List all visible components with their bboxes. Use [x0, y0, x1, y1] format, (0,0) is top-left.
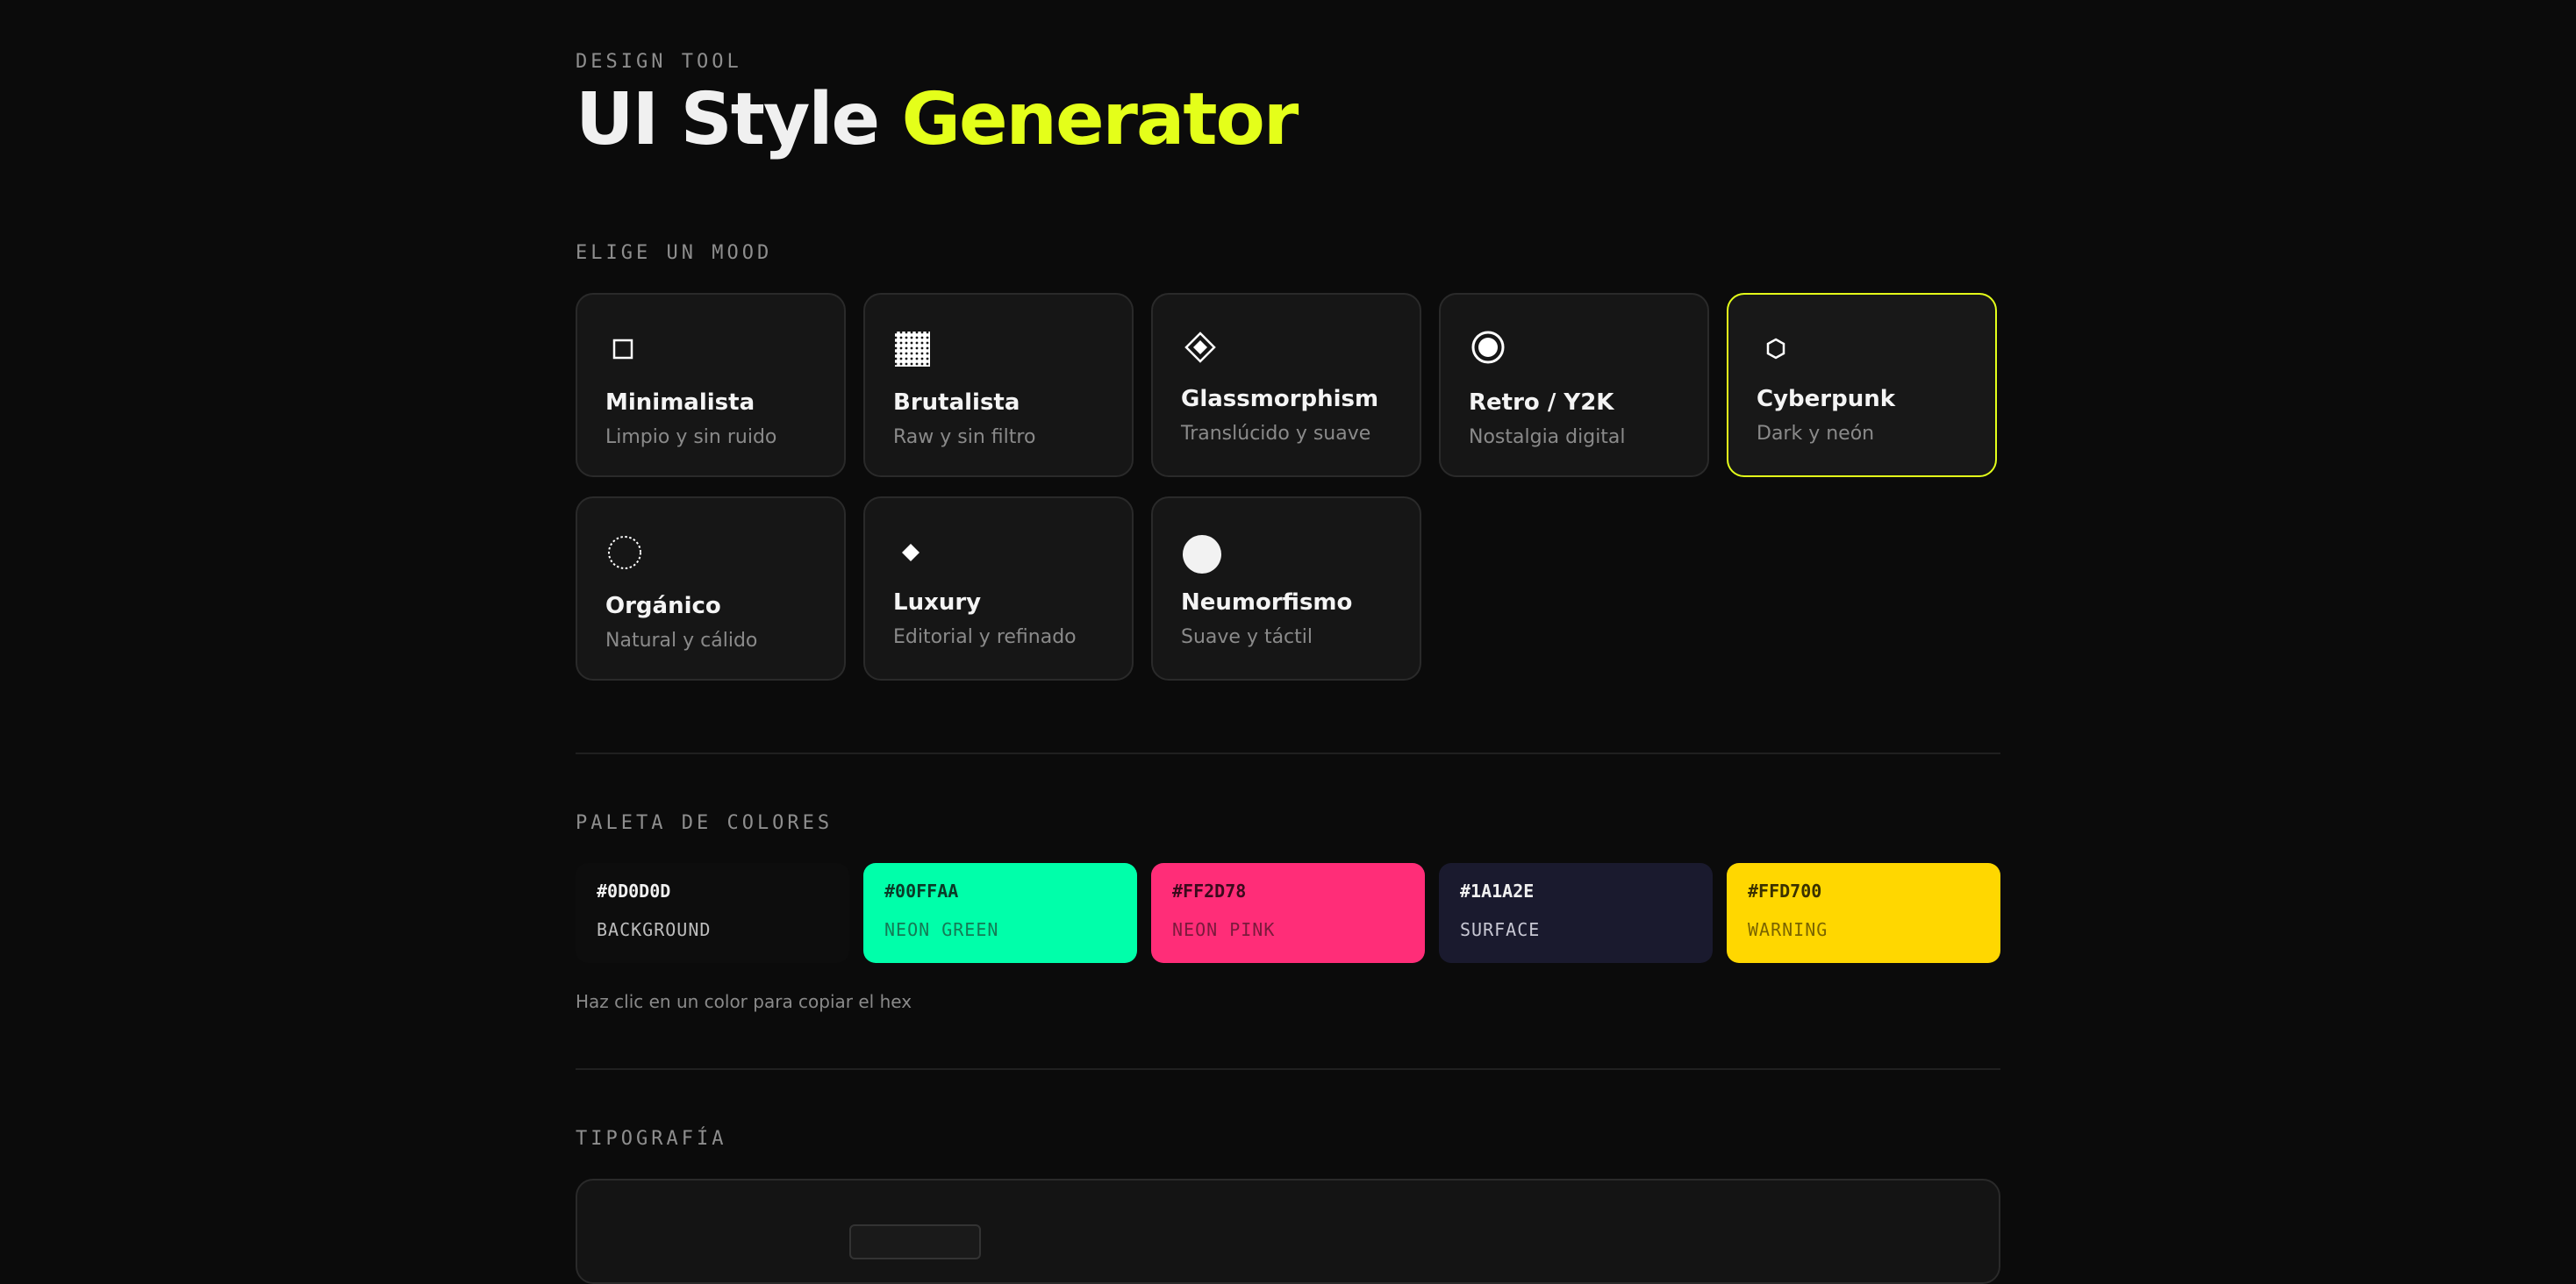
mood-card-minimalista[interactable]: Minimalista Limpio y sin ruido [576, 293, 846, 477]
mood-card-organico[interactable]: Orgánico Natural y cálido [576, 496, 846, 681]
mood-name: Glassmorphism [1181, 386, 1379, 412]
mood-card-glassmorphism[interactable]: Glassmorphism Translúcido y suave [1151, 293, 1421, 477]
color-swatch-warning[interactable]: #FFD700 WARNING [1727, 863, 2000, 963]
mood-card-luxury[interactable]: Luxury Editorial y refinado [863, 496, 1134, 681]
swatch-hex: #0D0D0D [597, 881, 671, 902]
swatch-hex: #00FFAA [884, 881, 959, 902]
color-swatch-neon-green[interactable]: #00FFAA NEON GREEN [863, 863, 1137, 963]
mood-card-retro-y2k[interactable]: Retro / Y2K Nostalgia digital [1439, 293, 1709, 477]
typography-panel [576, 1179, 2000, 1284]
mood-card-brutalista[interactable]: Brutalista Raw y sin filtro [863, 293, 1134, 477]
swatch-hex: #FF2D78 [1172, 881, 1247, 902]
mood-desc: Raw y sin filtro [893, 426, 1036, 448]
mood-name: Luxury [893, 589, 982, 616]
swatch-hex: #FFD700 [1748, 881, 1822, 902]
mood-name: Minimalista [605, 389, 755, 416]
mood-desc: Dark y neón [1757, 423, 1875, 445]
mood-desc: Nostalgia digital [1469, 426, 1626, 448]
diamond-icon [1181, 330, 1220, 368]
small-diamond-icon [893, 533, 932, 572]
mood-desc: Translúcido y suave [1181, 423, 1371, 445]
filled-circle-icon [1181, 533, 1221, 574]
mood-name: Neumorfismo [1181, 589, 1353, 616]
mood-desc: Natural y cálido [605, 630, 758, 652]
mood-card-cyberpunk[interactable]: Cyberpunk Dark y neón [1727, 293, 1997, 477]
palette-hint: Haz clic en un color para copiar el hex [576, 991, 912, 1012]
palette-section-label: PALETA DE COLORES [576, 812, 834, 834]
circle-target-icon [1469, 330, 1507, 368]
title-part-1: UI Style [576, 78, 880, 161]
mood-desc: Limpio y sin ruido [605, 426, 777, 448]
page-title: UI Style Generator [576, 84, 1299, 156]
swatch-name: WARNING [1748, 919, 1828, 940]
color-swatch-background[interactable]: #0D0D0D BACKGROUND [576, 863, 849, 963]
square-outline-icon [605, 330, 644, 368]
section-divider [576, 753, 2000, 754]
hexagon-icon [1757, 330, 1795, 368]
mood-name: Brutalista [893, 389, 1020, 416]
mood-section-label: ELIGE UN MOOD [576, 242, 773, 264]
mood-desc: Editorial y refinado [893, 626, 1077, 648]
section-divider [576, 1068, 2000, 1070]
color-swatch-neon-pink[interactable]: #FF2D78 NEON PINK [1151, 863, 1425, 963]
mood-name: Retro / Y2K [1469, 389, 1614, 416]
swatch-name: BACKGROUND [597, 919, 712, 940]
dotted-square-icon [893, 330, 932, 368]
mood-name: Cyberpunk [1757, 386, 1896, 412]
mood-desc: Suave y táctil [1181, 626, 1313, 648]
swatch-name: NEON PINK [1172, 919, 1276, 940]
swatch-name: NEON GREEN [884, 919, 999, 940]
color-swatch-surface[interactable]: #1A1A2E SURFACE [1439, 863, 1713, 963]
eyebrow-label: DESIGN TOOL [576, 51, 742, 73]
swatch-name: SURFACE [1460, 919, 1541, 940]
title-part-2: Generator [901, 78, 1299, 161]
mood-card-neumorfismo[interactable]: Neumorfismo Suave y táctil [1151, 496, 1421, 681]
dashed-circle-icon [605, 533, 644, 572]
typography-section-label: TIPOGRAFÍA [576, 1128, 727, 1150]
mood-name: Orgánico [605, 593, 721, 619]
typography-font-selector[interactable] [849, 1224, 981, 1259]
swatch-hex: #1A1A2E [1460, 881, 1535, 902]
